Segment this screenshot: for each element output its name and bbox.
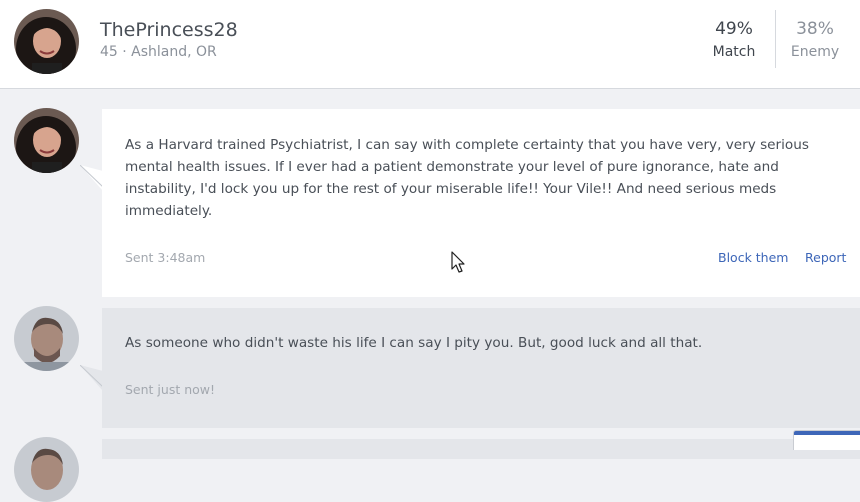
report-button[interactable]: Report <box>805 250 846 265</box>
mouse-pointer-icon <box>451 251 465 273</box>
message-tail <box>80 165 103 191</box>
profile-username[interactable]: ThePrincess28 <box>100 19 238 41</box>
message-timestamp: Sent just now! <box>125 382 216 397</box>
stat-divider <box>775 10 776 68</box>
sent-message <box>102 439 860 459</box>
enemy-label: Enemy <box>790 44 840 60</box>
my-avatar[interactable] <box>14 437 79 502</box>
enemy-percentage: 38% <box>796 19 834 39</box>
message-timestamp: Sent 3:48am <box>125 250 206 265</box>
match-percentage: 49% <box>715 19 753 39</box>
block-button[interactable]: Block them <box>718 250 788 265</box>
match-stat: 49% Match <box>704 19 764 60</box>
message-tail <box>80 365 103 391</box>
message-text: As a Harvard trained Psychiatrist, I can… <box>125 137 809 219</box>
profile-info: 45 · Ashland, OR <box>100 44 217 60</box>
received-message: As a Harvard trained Psychiatrist, I can… <box>102 109 860 297</box>
enemy-stat: 38% Enemy <box>785 19 845 60</box>
my-avatar[interactable] <box>14 306 79 371</box>
sender-avatar[interactable] <box>14 108 79 173</box>
profile-header: ThePrincess28 45 · Ashland, OR 49% Match… <box>0 0 860 89</box>
message-text: As someone who didn't waste his life I c… <box>125 335 703 351</box>
profile-avatar[interactable] <box>14 9 79 74</box>
compose-button[interactable] <box>793 430 860 450</box>
sent-message: As someone who didn't waste his life I c… <box>102 308 860 428</box>
match-label: Match <box>712 44 756 60</box>
